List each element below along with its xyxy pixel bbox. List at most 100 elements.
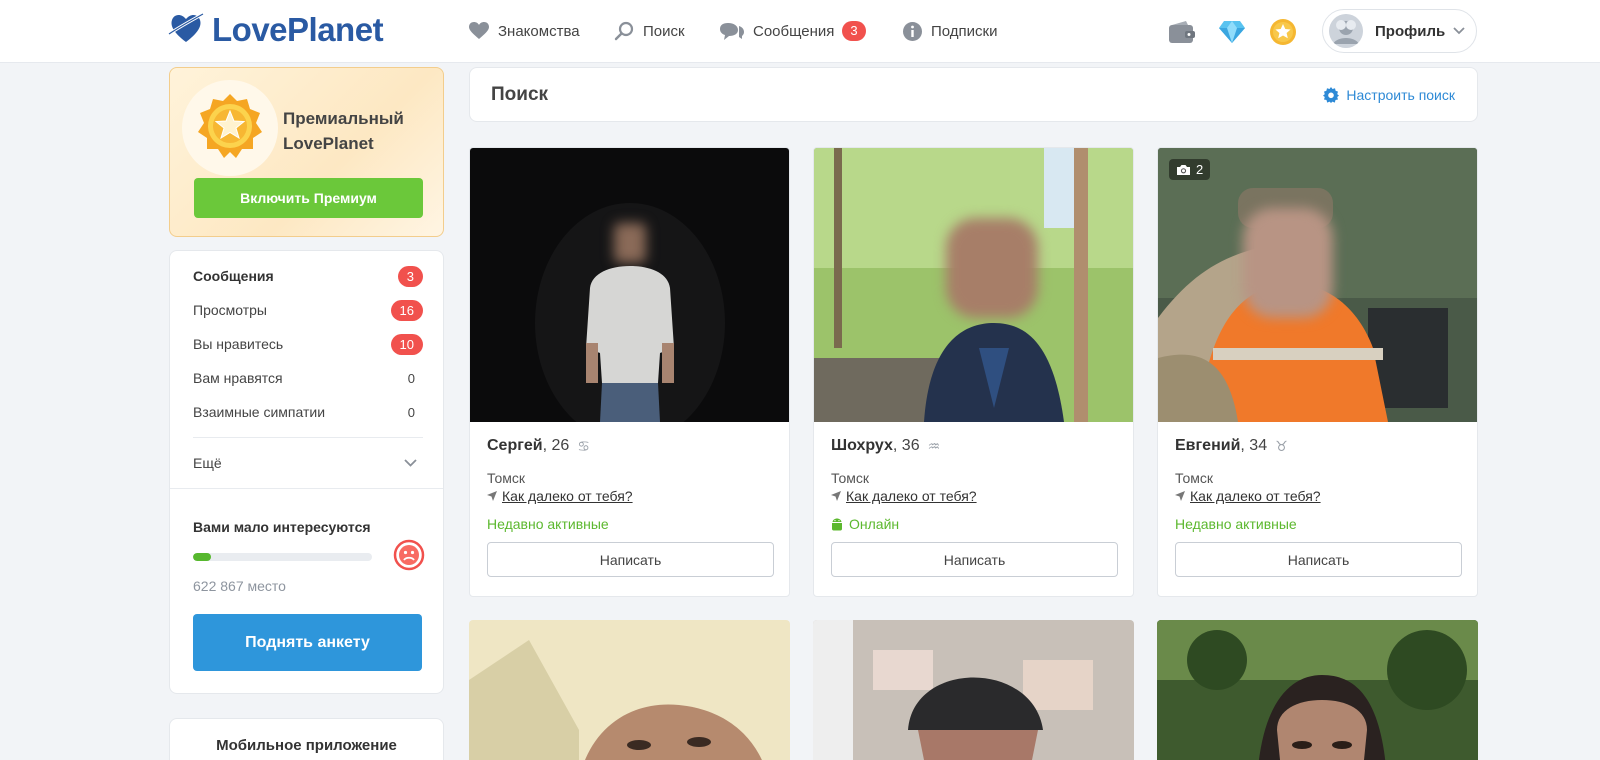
configure-search-link[interactable]: Настроить поиск (1323, 87, 1455, 103)
popularity-progress-bar (193, 553, 372, 561)
diamond-icon[interactable] (1217, 17, 1247, 47)
zodiac-aquarius-icon: ♒ (927, 437, 941, 454)
stat-label: Взаимные симпатии (193, 404, 326, 420)
mobile-app-card: Мобильное приложение (169, 718, 444, 760)
write-message-button[interactable]: Написать (1175, 542, 1462, 577)
top-header: LovePlanet Знакомства Поиск Сообщения 3 (0, 0, 1600, 63)
premium-star-badge-icon (195, 91, 265, 166)
more-label: Ещё (193, 455, 222, 471)
profile-photo[interactable] (814, 148, 1133, 422)
nav-search-label: Поиск (643, 22, 685, 40)
distance-link[interactable]: Как далеко от тебя? (502, 488, 633, 504)
stat-mutual[interactable]: Взаимные симпатии 0 (193, 400, 423, 424)
wallet-icon[interactable] (1167, 17, 1197, 47)
nav-subscriptions[interactable]: Подписки (903, 21, 998, 41)
nav-subscriptions-label: Подписки (931, 22, 998, 40)
status-label: Онлайн (849, 516, 900, 532)
raise-profile-button[interactable]: Поднять анкету (193, 614, 422, 671)
sad-face-icon (393, 539, 425, 576)
photo-count-badge: 2 (1169, 159, 1211, 180)
stat-label: Просмотры (193, 302, 267, 318)
profile-name[interactable]: Шохрух (831, 437, 893, 455)
write-message-button[interactable]: Написать (831, 542, 1118, 577)
stat-count-badge: 16 (390, 299, 423, 321)
low-interest-title: Вами мало интересуются (193, 519, 371, 535)
logo[interactable]: LovePlanet (168, 9, 384, 51)
profile-card: Сергей , 26 ♋ Томск Как далеко от тебя? … (469, 147, 790, 597)
more-toggle[interactable]: Ещё (193, 451, 423, 475)
page-title: Поиск (491, 84, 549, 105)
profile-card: 2 Евгений , 34 ♉ Томск Как далеко от теб… (1157, 147, 1478, 597)
messages-count-badge: 3 (842, 21, 866, 41)
enable-premium-button[interactable]: Включить Премиум (194, 178, 423, 218)
profile-name-line: Сергей , 26 ♋ (487, 437, 590, 455)
profile-photo[interactable] (470, 148, 789, 422)
chat-bubbles-icon (720, 21, 744, 41)
profile-city: Томск (487, 470, 525, 486)
stat-label: Вы нравитесь (193, 336, 284, 352)
stat-views[interactable]: Просмотры 16 (193, 298, 423, 322)
photo-count: 2 (1196, 162, 1204, 177)
profile-city: Томск (831, 470, 869, 486)
profile-card: Шохрух , 36 ♒ Томск Как далеко от тебя? … (813, 147, 1134, 597)
rank-text: 622 867 место (193, 578, 286, 594)
stat-count-badge: 3 (397, 265, 423, 287)
android-icon (831, 518, 843, 531)
stats-card: Сообщения 3 Просмотры 16 Вы нравитесь 10… (169, 250, 444, 694)
divider (170, 488, 443, 489)
stat-count: 0 (407, 404, 415, 420)
stat-count: 0 (407, 370, 415, 386)
divider (193, 437, 423, 438)
stat-label: Сообщения (193, 268, 274, 284)
stat-count-badge: 10 (390, 333, 423, 355)
profile-label: Профиль (1375, 22, 1446, 40)
zodiac-taurus-icon: ♉ (1275, 437, 1288, 454)
profile-name-line: Шохрух , 36 ♒ (831, 437, 940, 455)
stat-messages[interactable]: Сообщения 3 (193, 264, 423, 288)
stat-you-are-liked[interactable]: Вы нравитесь 10 (193, 332, 423, 356)
premium-card: Премиальный LovePlanet Включить Премиум (169, 67, 444, 237)
configure-search-label: Настроить поиск (1346, 87, 1455, 103)
profile-city: Томск (1175, 470, 1213, 486)
planet-heart-icon (168, 10, 204, 51)
profile-name[interactable]: Евгений (1175, 437, 1240, 455)
profile-photo[interactable] (469, 620, 790, 760)
activity-status: Онлайн (831, 516, 899, 532)
search-header: Поиск Настроить поиск (469, 67, 1478, 122)
nav-search[interactable]: Поиск (614, 21, 685, 41)
stat-you-like[interactable]: Вам нравятся 0 (193, 366, 423, 390)
chevron-down-icon (404, 459, 417, 467)
popularity-progress-fill (193, 553, 211, 561)
premium-title-line1: Премиальный (283, 109, 404, 128)
status-label: Недавно активные (487, 516, 609, 532)
chevron-down-icon (1453, 27, 1465, 35)
mobile-app-title: Мобильное приложение (216, 737, 397, 754)
location-arrow-icon (831, 491, 841, 501)
info-icon (903, 21, 922, 41)
profile-age: , 34 (1240, 437, 1268, 454)
search-icon (614, 21, 634, 41)
location-arrow-icon (487, 491, 497, 501)
camera-icon (1176, 164, 1191, 176)
profile-name[interactable]: Сергей (487, 437, 543, 455)
activity-status: Недавно активные (1175, 516, 1297, 532)
heart-icon (469, 22, 489, 40)
distance-link[interactable]: Как далеко от тебя? (1190, 488, 1321, 504)
distance-row: Как далеко от тебя? (831, 488, 977, 504)
star-coin-icon[interactable] (1268, 17, 1298, 47)
gear-icon (1323, 87, 1340, 103)
stat-label: Вам нравятся (193, 370, 283, 386)
profile-age: , 36 (892, 437, 920, 454)
distance-link[interactable]: Как далеко от тебя? (846, 488, 977, 504)
profile-menu-button[interactable]: Профиль (1322, 9, 1477, 53)
location-arrow-icon (1175, 491, 1185, 501)
profile-photo[interactable]: 2 (1158, 148, 1477, 422)
status-label: Недавно активные (1175, 516, 1297, 532)
nav-dating[interactable]: Знакомства (469, 22, 580, 40)
nav-messages[interactable]: Сообщения 3 (720, 21, 866, 41)
profile-photo[interactable] (813, 620, 1134, 760)
write-message-button[interactable]: Написать (487, 542, 774, 577)
distance-row: Как далеко от тебя? (1175, 488, 1321, 504)
profile-photo[interactable] (1157, 620, 1478, 760)
premium-title: Премиальный LovePlanet (283, 106, 404, 156)
